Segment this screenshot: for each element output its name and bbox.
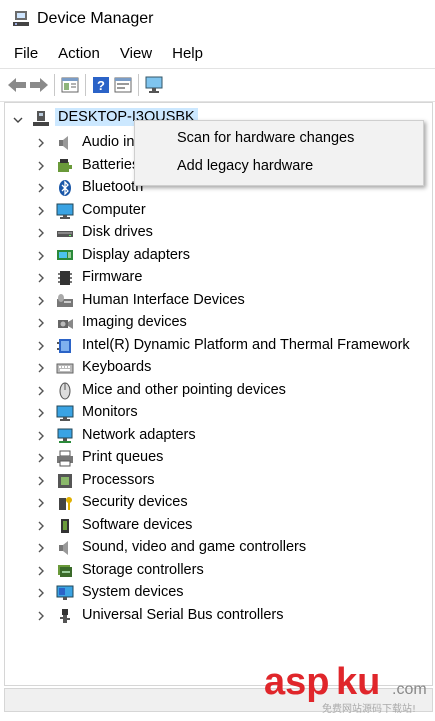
help-icon[interactable]: ? [90,74,112,96]
bluetooth-icon [59,180,71,196]
svg-text:ku: ku [336,661,380,703]
scan-monitor-icon[interactable] [143,74,165,96]
chevron-right-icon[interactable] [36,476,46,486]
printer-icon [57,450,73,467]
device-manager-icon [13,11,29,26]
chevron-right-icon[interactable] [36,206,46,216]
chevron-right-icon[interactable] [36,318,46,328]
storage-icon [58,565,72,577]
forward-icon[interactable] [28,74,50,96]
svg-text:.com: .com [392,681,427,698]
menu-action[interactable]: Action [58,45,100,62]
tree-item[interactable]: Imaging devices [82,314,187,330]
battery-icon [58,159,72,172]
tree-item[interactable]: Network adapters [82,427,196,443]
menu-help[interactable]: Help [172,45,203,62]
tree-item[interactable]: Processors [82,472,155,488]
toolbar-separator [85,74,86,96]
firmware-icon [58,271,72,285]
chevron-right-icon[interactable] [36,138,46,148]
tree-item[interactable]: Storage controllers [82,562,204,578]
aspku-logo: asp ku .com 免费网站源码下载站! [264,661,427,715]
chevron-down-icon[interactable] [13,115,23,125]
usb-icon [60,609,70,623]
toolbar: ? [0,68,435,102]
tree-item[interactable]: Intel(R) Dynamic Platform and Thermal Fr… [82,337,410,353]
scan-hardware-menu-item[interactable]: Scan for hardware changes [177,130,354,146]
chevron-right-icon[interactable] [36,498,46,508]
display-adapter-icon [57,250,73,260]
system-icon [56,585,74,600]
hid-icon [57,294,73,307]
chevron-right-icon[interactable] [36,251,46,261]
chevron-right-icon[interactable] [36,363,46,373]
chevron-right-icon[interactable] [36,543,46,553]
chevron-right-icon[interactable] [36,408,46,418]
context-menu: Scan for hardware changes Add legacy har… [134,120,424,186]
chevron-right-icon[interactable] [36,183,46,193]
menu-file[interactable]: File [14,45,38,62]
network-icon [57,428,73,443]
computer-icon [56,203,74,219]
chevron-right-icon[interactable] [36,296,46,306]
tree-item[interactable]: Print queues [82,449,163,465]
chevron-right-icon[interactable] [36,341,46,351]
menu-view[interactable]: View [120,45,152,62]
svg-text:?: ? [97,78,105,93]
tree-item[interactable]: Human Interface Devices [82,292,245,308]
software-icon [61,519,69,533]
svg-text:免费网站源码下载站!: 免费网站源码下载站! [322,702,416,715]
tree-item[interactable]: Keyboards [82,359,151,375]
window-title: Device Manager [37,10,154,27]
tree-item[interactable]: Universal Serial Bus controllers [82,607,283,623]
chevron-right-icon[interactable] [36,386,46,396]
security-icon [59,497,72,510]
tree-item[interactable]: Sound, video and game controllers [82,539,306,555]
svg-text:asp: asp [264,661,329,703]
tree-item[interactable]: Software devices [82,517,192,533]
processor-icon [58,474,72,488]
title-bar: Device Manager [0,0,435,38]
tree-item[interactable]: Display adapters [82,247,190,263]
tree-item[interactable]: Monitors [82,404,138,420]
add-legacy-hardware-menu-item[interactable]: Add legacy hardware [177,158,313,174]
computer-root-icon [33,111,49,126]
update-driver-icon[interactable] [112,74,134,96]
chevron-right-icon[interactable] [36,273,46,283]
tree-item[interactable]: Disk drives [82,224,153,240]
speaker-icon [59,136,68,150]
toolbar-separator [138,74,139,96]
tree-item[interactable]: Mice and other pointing devices [82,382,286,398]
monitor-icon [56,405,74,421]
chevron-right-icon[interactable] [36,566,46,576]
tree-item[interactable]: Batteries [82,157,139,173]
mouse-icon [59,382,71,400]
chevron-right-icon[interactable] [36,431,46,441]
tree-item[interactable]: Security devices [82,494,188,510]
toolbar-separator [54,74,55,96]
sound-icon [59,541,68,555]
camera-icon [58,319,73,329]
chevron-right-icon[interactable] [36,588,46,598]
watermark: asp ku .com 免费网站源码下载站! [262,658,434,716]
menu-bar: File Action View Help [0,40,435,66]
back-icon[interactable] [6,74,28,96]
properties-icon[interactable] [59,74,81,96]
device-tree[interactable]: DESKTOP-I3OUSBK Audio inputs and outputs… [4,102,433,686]
disk-drive-icon [57,231,73,237]
tree-item[interactable]: Computer [82,202,146,218]
tree-item[interactable]: System devices [82,584,184,600]
chevron-right-icon[interactable] [36,453,46,463]
chip-icon [57,339,71,353]
chevron-right-icon[interactable] [36,161,46,171]
chevron-right-icon[interactable] [36,521,46,531]
chevron-right-icon[interactable] [36,611,46,621]
chevron-right-icon[interactable] [36,228,46,238]
tree-item[interactable]: Firmware [82,269,142,285]
keyboard-icon [56,363,74,374]
